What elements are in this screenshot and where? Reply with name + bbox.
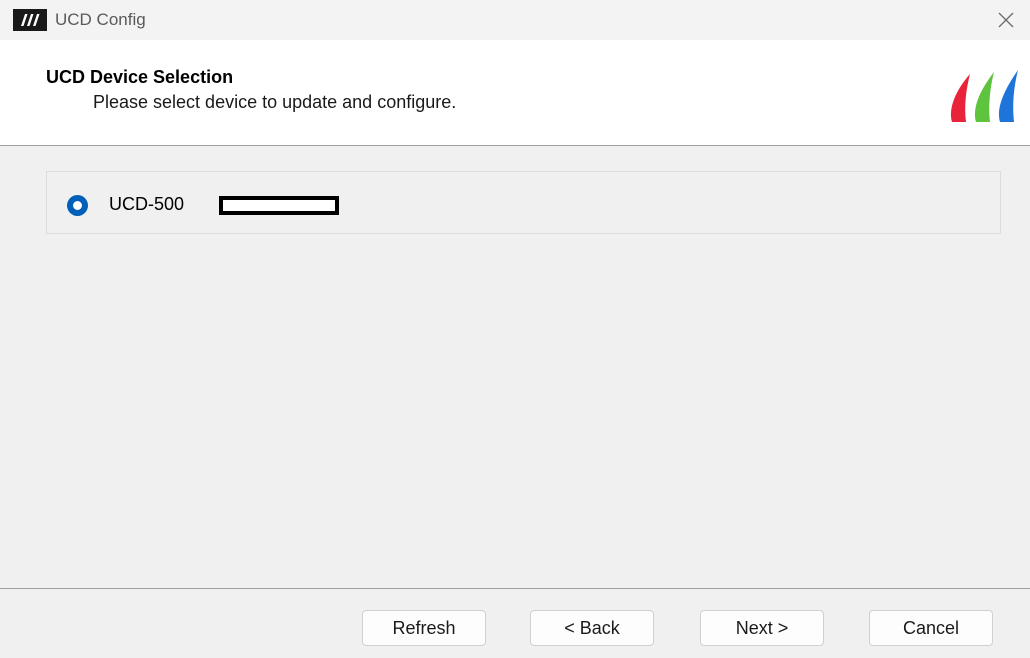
close-button[interactable] — [982, 0, 1030, 40]
brand-logo-icon — [950, 70, 1018, 122]
title-bar: UCD Config — [0, 0, 1030, 40]
wizard-header: UCD Device Selection Please select devic… — [0, 40, 1030, 146]
close-icon — [998, 12, 1014, 28]
radio-selected-dot — [73, 201, 82, 210]
page-subtitle: Please select device to update and confi… — [93, 92, 457, 112]
device-label[interactable]: UCD-500 — [109, 193, 184, 215]
redacted-serial — [219, 196, 339, 215]
refresh-button[interactable]: Refresh — [362, 610, 486, 646]
device-radio-button[interactable] — [67, 195, 88, 216]
cancel-button[interactable]: Cancel — [869, 610, 993, 646]
page-title: UCD Device Selection — [46, 67, 234, 87]
wizard-footer: Refresh < Back Next > Cancel — [0, 588, 1030, 658]
back-button[interactable]: < Back — [530, 610, 654, 646]
next-button[interactable]: Next > — [700, 610, 824, 646]
device-list-panel: UCD-500 — [0, 147, 1030, 587]
window-title: UCD Config — [55, 10, 146, 29]
device-list: UCD-500 — [46, 171, 1001, 234]
ucd-logo-icon — [13, 9, 47, 31]
